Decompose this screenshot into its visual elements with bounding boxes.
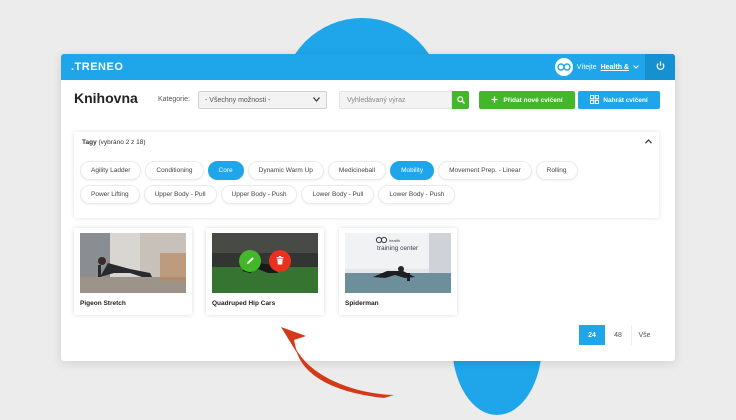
top-bar: .TRENEO Vítejte Health & [61,54,675,80]
upload-exercise-label: Nahrát cvičení [603,96,648,104]
tag-chip[interactable]: Upper Body - Pull [143,185,217,204]
category-select[interactable]: - Všechny možnosti - [198,91,327,109]
tag-chip-selected[interactable]: Mobility [390,161,435,180]
search-button[interactable] [452,91,469,109]
user-name-link[interactable]: Health & [601,64,629,71]
tag-chip[interactable]: Dynamic Warm Up [247,161,324,180]
exercise-card[interactable]: Pigeon Stretch [74,228,192,315]
grid-icon [590,94,600,106]
category-select-value: - Všechny možnosti - [205,96,271,104]
tags-panel: Tagy (vybráno 2 z 18) Agility Ladder Con… [74,132,659,218]
upload-exercise-button[interactable]: Nahrát cvičení [578,91,660,109]
user-menu[interactable]: Vítejte Health & [554,54,639,80]
category-label: Kategorie: [158,96,190,103]
tag-chip[interactable]: Agility Ladder [80,161,142,180]
thumbnail-sign-small: health [389,238,400,243]
tag-chip[interactable]: Lower Body - Pull [301,185,375,204]
exercise-card-hovered[interactable]: Quadruped Hip Cars [206,228,324,315]
add-exercise-label: Přidat nové cvičení [503,96,563,104]
tags-title: Tagy [82,139,97,146]
exercise-thumbnail: health training center [345,233,451,293]
exercise-card[interactable]: health training center Spiderman [339,228,457,315]
exercise-title: Quadruped Hip Cars [212,300,276,307]
power-button[interactable] [645,54,675,80]
page-size-48[interactable]: 48 [605,325,631,345]
exercise-title: Pigeon Stretch [80,300,126,307]
page-size-24[interactable]: 24 [579,325,605,345]
add-exercise-button[interactable]: Přidat nové cvičení [479,91,575,109]
tag-chip[interactable]: Medicineball [327,161,387,180]
tag-chip-selected[interactable]: Core [207,161,244,180]
page-size-all[interactable]: Vše [631,325,657,345]
search-icon [456,91,465,109]
tag-chip[interactable]: Movement Prep. - Linear [438,161,532,180]
pencil-icon [246,252,255,270]
chevron-down-icon [633,64,639,71]
page-title: Knihovna [74,90,138,106]
tags-selected-count: (vybráno 2 z 18) [98,139,146,146]
page-size-selector: 24 48 Vše [579,325,657,345]
tags-header[interactable]: Tagy (vybráno 2 z 18) [82,139,145,146]
greeting-label: Vítejte [576,63,597,71]
trash-icon [276,252,284,270]
tag-chip[interactable]: Power Lifting [80,185,140,204]
tag-chip[interactable]: Lower Body - Push [378,185,456,204]
page-header: Knihovna Kategorie: - Všechny možnosti -… [61,80,675,120]
thumbnail-sign: training center [377,245,419,252]
tag-chip[interactable]: Conditioning [145,161,204,180]
search-input[interactable]: Vyhledávaný výraz [339,91,452,109]
chevron-down-icon [313,96,320,104]
tag-row-2: Power Lifting Upper Body - Pull Upper Bo… [80,185,456,204]
avatar [554,58,573,76]
plus-icon [491,96,498,105]
delete-button[interactable] [269,250,291,272]
exercise-title: Spiderman [345,300,379,307]
power-icon [656,58,665,76]
tag-row-1: Agility Ladder Conditioning Core Dynamic… [80,161,578,180]
pointer-arrow-icon [281,327,394,398]
edit-button[interactable] [239,250,261,272]
tag-chip[interactable]: Rolling [535,161,578,180]
exercise-thumbnail [212,233,318,293]
treneo-logo[interactable]: .TRENEO [71,61,123,73]
app-window: .TRENEO Vítejte Health & Knihovna Katego… [61,54,675,361]
exercise-thumbnail [80,233,186,293]
chevron-up-icon[interactable] [645,139,652,146]
tag-chip[interactable]: Upper Body - Push [220,185,298,204]
